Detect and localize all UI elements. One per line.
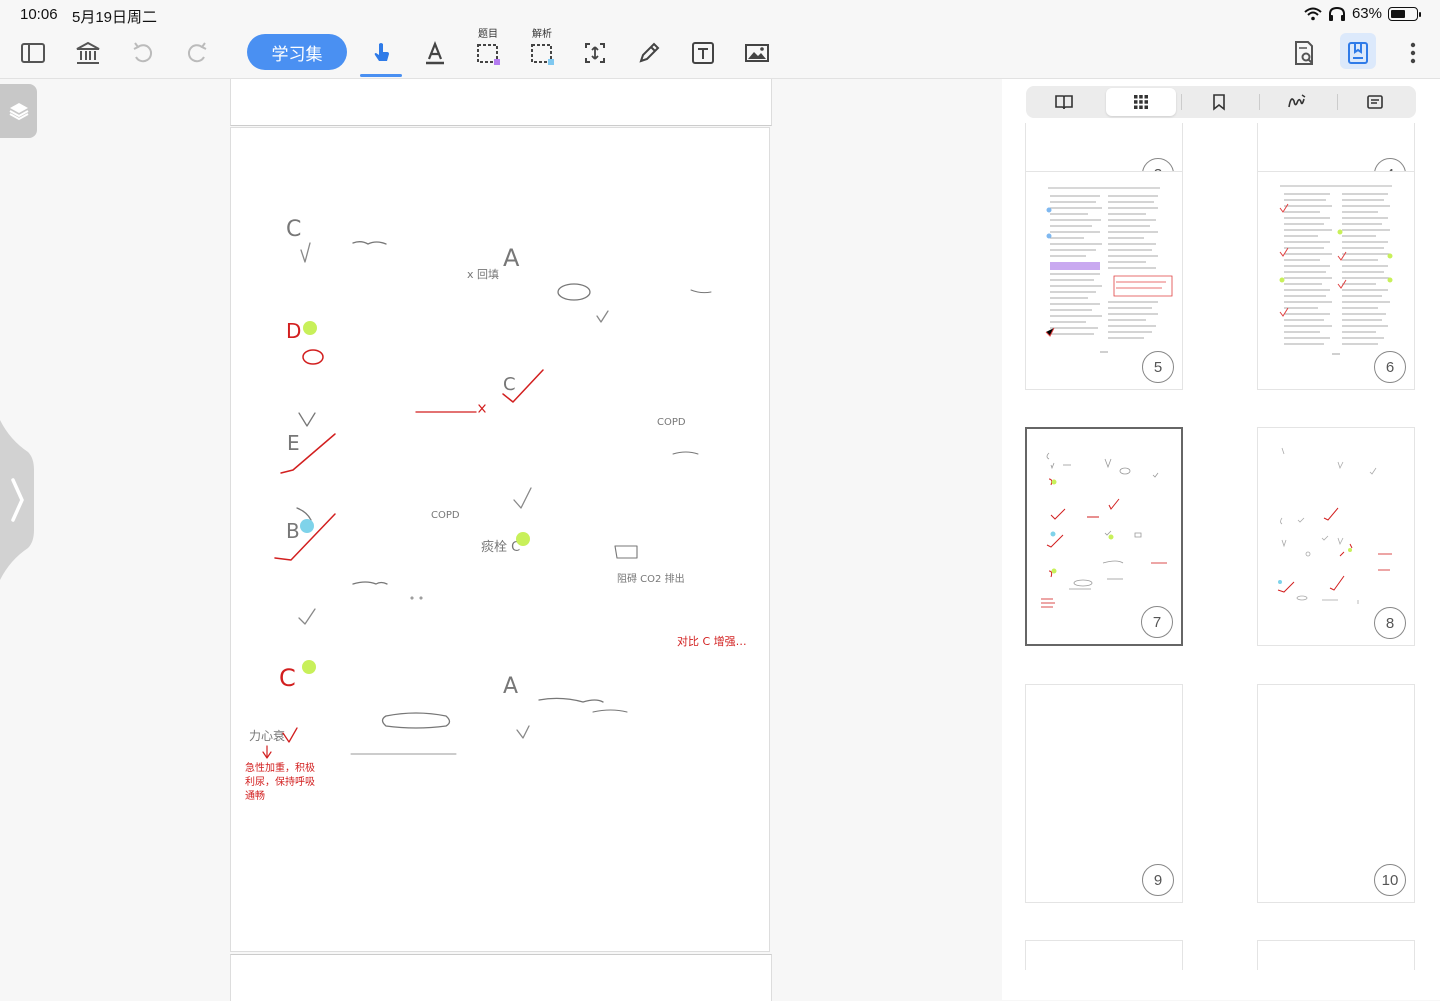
annotation-text: C [279,664,296,692]
status-date: 5月19日周二 [72,9,158,26]
layers-icon [9,103,28,121]
annotation-text: x 回填 [467,267,499,281]
page-number: 8 [1374,607,1406,639]
headphones-icon [1328,6,1345,21]
tab-handwriting[interactable] [1262,88,1332,116]
annotation-text: COPD [657,417,686,428]
next-page-edge [230,954,772,1001]
annotation-text: 力心衰 [249,728,285,743]
annotation-text: D [286,319,301,343]
note-icon [1367,95,1383,109]
page-thumbnail-selected[interactable]: 7 [1025,427,1183,646]
page-thumbnail[interactable]: 8 [1257,427,1415,646]
page-number: 7 [1141,606,1173,638]
tab-outline[interactable] [1029,88,1099,116]
bookmark-panel-icon[interactable] [1341,36,1375,70]
annotation-text: A [503,244,520,272]
page-thumbnail[interactable] [1257,940,1415,970]
annotation-text: A [503,674,518,699]
page-thumbnail[interactable]: 9 [1025,684,1183,903]
pen-icon[interactable] [632,36,666,70]
annotation-text: 阻碍 CO2 排出 [617,572,685,585]
book-icon [1055,95,1073,110]
search-document-icon[interactable] [1286,36,1320,70]
panel-tab-bar [1026,86,1416,118]
page-number: 5 [1142,351,1174,383]
study-set-button[interactable]: 学习集 [247,34,347,70]
grid-icon [1134,95,1148,109]
text-box-icon[interactable] [686,36,720,70]
annotation-text: COPD [431,510,460,521]
page-thumbnail[interactable]: 5 [1025,171,1183,390]
battery-percent: 63% [1351,5,1382,22]
status-right: 63% [1304,5,1421,22]
annotation-text: E [287,431,300,455]
toolbar: 学习集 题目 解析 [0,28,1440,79]
battery-icon [1388,6,1421,21]
scribble-icon [1288,94,1306,108]
annotation-text: B [286,519,300,543]
previous-page-edge [230,79,772,126]
tab-notes[interactable] [1340,88,1410,116]
image-insert-icon[interactable] [740,36,774,70]
annotation-text: 痰栓 C [481,539,520,555]
tab-bookmarks[interactable] [1184,88,1254,116]
annotation-text: C [503,374,516,395]
page-thumbnail[interactable]: 10 [1257,684,1415,903]
bookmark-icon [1213,94,1225,111]
annotation-note: 急性加重，积极利尿，保持呼吸通畅 [245,763,315,802]
tab-thumbnails[interactable] [1106,88,1176,116]
more-icon[interactable] [1396,36,1430,70]
analysis-select-icon[interactable] [525,36,559,70]
redo-icon[interactable] [180,36,214,70]
side-drawer-handle[interactable] [0,420,36,580]
annotation-text: 对比 C 增强… [677,634,747,648]
undo-icon[interactable] [126,36,160,70]
wifi-icon [1304,7,1322,20]
page-thumbnail[interactable] [1025,940,1183,970]
pointer-tool-icon[interactable] [364,36,398,70]
lasso-icon[interactable] [578,36,612,70]
page-number: 10 [1374,864,1406,896]
page-thumbnail[interactable]: 6 [1257,171,1415,390]
page-number: 9 [1142,864,1174,896]
layers-button[interactable] [0,84,37,138]
page-number: 6 [1374,351,1406,383]
text-highlight-icon[interactable] [418,36,452,70]
question-select-icon[interactable] [471,36,505,70]
library-icon[interactable] [71,36,105,70]
status-time: 10:06 [20,6,58,23]
handwriting-canvas[interactable]: C A x 回填 D C COPD E COPD B 痰栓 C 阻碍 CO2 排… [231,128,771,953]
document-page[interactable]: C A x 回填 D C COPD E COPD B 痰栓 C 阻碍 CO2 排… [230,127,770,952]
status-bar: 10:06 5月19日周二 63% [0,0,1440,28]
sidebar-toggle-icon[interactable] [16,36,50,70]
active-tool-indicator [360,74,402,77]
annotation-text: C [286,217,301,242]
